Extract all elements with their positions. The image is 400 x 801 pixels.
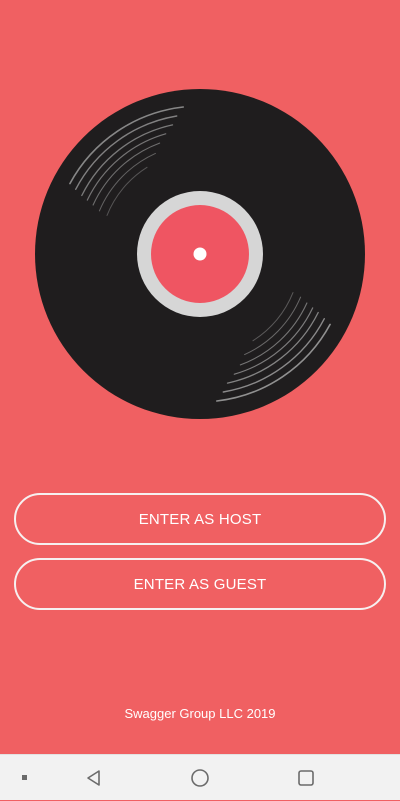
back-triangle-icon[interactable] (78, 755, 110, 801)
enter-as-host-button[interactable]: ENTER AS HOST (14, 493, 386, 545)
home-circle-icon[interactable] (184, 755, 216, 801)
vinyl-record-icon (35, 89, 365, 419)
copyright-footer: Swagger Group LLC 2019 (124, 706, 276, 721)
enter-as-guest-button[interactable]: ENTER AS GUEST (14, 558, 386, 610)
landing-screen: ENTER AS HOST ENTER AS GUEST Swagger Gro… (0, 0, 400, 754)
recent-apps-square-icon[interactable] (290, 755, 322, 801)
menu-dot-icon[interactable] (14, 755, 36, 801)
system-navigation-bar (0, 754, 400, 800)
